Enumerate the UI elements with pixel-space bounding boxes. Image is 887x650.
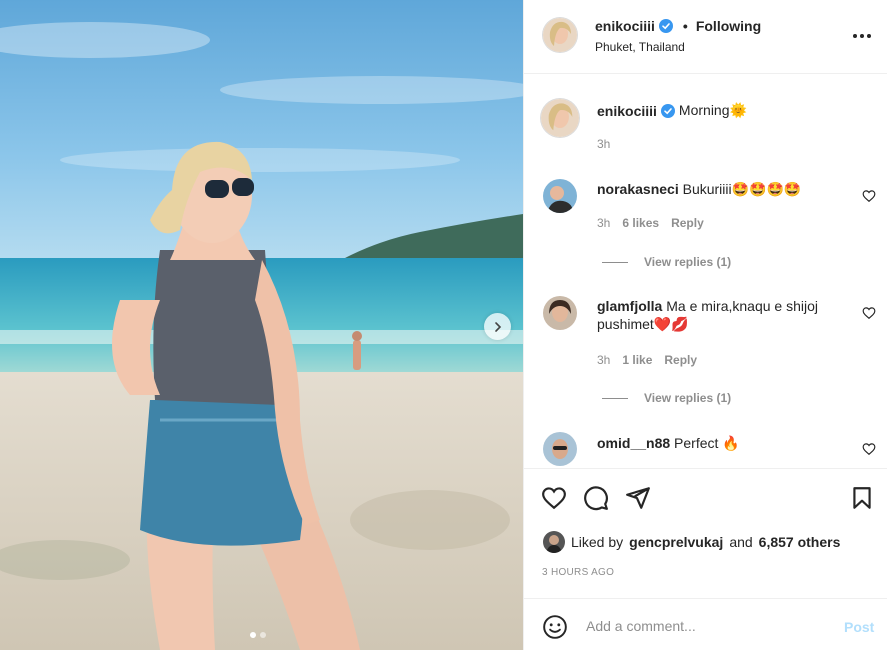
- comment-body: Bukuriiii🤩🤩🤩🤩: [682, 181, 802, 197]
- post-photo[interactable]: [0, 0, 523, 650]
- post-location[interactable]: Phuket, Thailand: [595, 40, 685, 54]
- comment-icon[interactable]: [583, 485, 609, 511]
- beach-photo: [0, 0, 523, 650]
- comment-likes[interactable]: 1 like: [622, 353, 652, 367]
- comment-meta: 3h 1 like Reply: [597, 353, 697, 367]
- comment-username[interactable]: omid__n88: [597, 435, 670, 451]
- likes-and: and: [729, 534, 753, 550]
- verified-icon: [658, 19, 673, 33]
- commenter-avatar[interactable]: [543, 296, 577, 330]
- separator-dot: •: [682, 18, 688, 34]
- bookmark-icon[interactable]: [849, 485, 875, 511]
- instagram-post: enikociiii • Following Phuket, Thailand: [0, 0, 887, 650]
- comment-text: glamfjolla Ma e mira,knaqu e shijoj push…: [597, 297, 847, 333]
- liker-avatar[interactable]: [543, 531, 565, 553]
- caption: enikociiii Morning🌞: [597, 102, 747, 119]
- comment-text: omid__n88 Perfect 🔥: [597, 434, 847, 452]
- caption-username[interactable]: enikociiii: [597, 103, 657, 119]
- liker-username[interactable]: gencprelvukaj: [629, 534, 723, 550]
- comment-username[interactable]: norakasneci: [597, 181, 679, 197]
- replies-divider: [602, 261, 628, 263]
- chevron-right-icon: [494, 321, 501, 332]
- caption-avatar[interactable]: [541, 99, 579, 137]
- post-header: enikociiii • Following Phuket, Thailand: [524, 0, 887, 74]
- caption-text: Morning🌞: [678, 102, 747, 118]
- replies-divider: [602, 397, 628, 399]
- post-actions: Liked by gencprelvukaj and 6,857 others …: [524, 468, 887, 598]
- following-button[interactable]: Following: [696, 18, 761, 34]
- commenter-avatar[interactable]: [543, 179, 577, 213]
- comment-time: 3h: [597, 216, 611, 230]
- comment-like-icon[interactable]: [862, 306, 876, 320]
- post-side-panel: enikociiii • Following Phuket, Thailand: [523, 0, 887, 650]
- comment-username[interactable]: glamfjolla: [597, 298, 662, 314]
- add-comment-bar: Post: [524, 598, 887, 650]
- comment-time: 3h: [597, 353, 611, 367]
- carousel-indicator: [250, 632, 266, 638]
- comment-body: Perfect 🔥: [674, 435, 740, 451]
- reply-button[interactable]: Reply: [671, 216, 704, 230]
- share-icon[interactable]: [625, 485, 651, 511]
- carousel-dot-active: [250, 632, 256, 638]
- comments-list[interactable]: enikociiii Morning🌞 3h norakasneci Bukur…: [524, 75, 887, 467]
- next-photo-button[interactable]: [484, 313, 511, 340]
- avatar-image: [543, 18, 577, 52]
- view-replies-label: View replies (1): [644, 391, 732, 405]
- comment-like-icon[interactable]: [862, 189, 876, 203]
- avatar-image: [543, 296, 577, 330]
- post-comment-button[interactable]: Post: [844, 619, 874, 635]
- comment-likes[interactable]: 6 likes: [622, 216, 659, 230]
- avatar-image: [543, 531, 565, 553]
- comment-text: norakasneci Bukuriiii🤩🤩🤩🤩: [597, 180, 847, 198]
- view-replies-label: View replies (1): [644, 255, 732, 269]
- comment-input[interactable]: [586, 614, 826, 638]
- post-timestamp[interactable]: 3 HOURS AGO: [542, 567, 614, 578]
- verified-icon: [660, 103, 675, 118]
- author-username[interactable]: enikociiii: [595, 18, 655, 34]
- commenter-avatar[interactable]: [543, 432, 577, 466]
- view-replies-button[interactable]: View replies (1): [602, 391, 731, 405]
- author-avatar[interactable]: [543, 18, 577, 52]
- view-replies-button[interactable]: View replies (1): [602, 255, 731, 269]
- avatar-image: [543, 179, 577, 213]
- comment-meta: 3h 6 likes Reply: [597, 216, 704, 230]
- heart-icon[interactable]: [541, 485, 567, 511]
- more-icon[interactable]: [851, 26, 873, 46]
- likes-others[interactable]: 6,857 others: [759, 534, 841, 550]
- avatar-image: [541, 99, 579, 137]
- likes-summary: Liked by gencprelvukaj and 6,857 others: [543, 531, 840, 553]
- caption-time: 3h: [597, 137, 611, 151]
- likes-prefix: Liked by: [571, 534, 624, 550]
- comment-like-icon[interactable]: [862, 442, 876, 456]
- reply-button[interactable]: Reply: [664, 353, 697, 367]
- avatar-image: [543, 432, 577, 466]
- author-line: enikociiii • Following: [595, 18, 761, 34]
- carousel-dot: [260, 632, 266, 638]
- emoji-icon[interactable]: [542, 614, 568, 640]
